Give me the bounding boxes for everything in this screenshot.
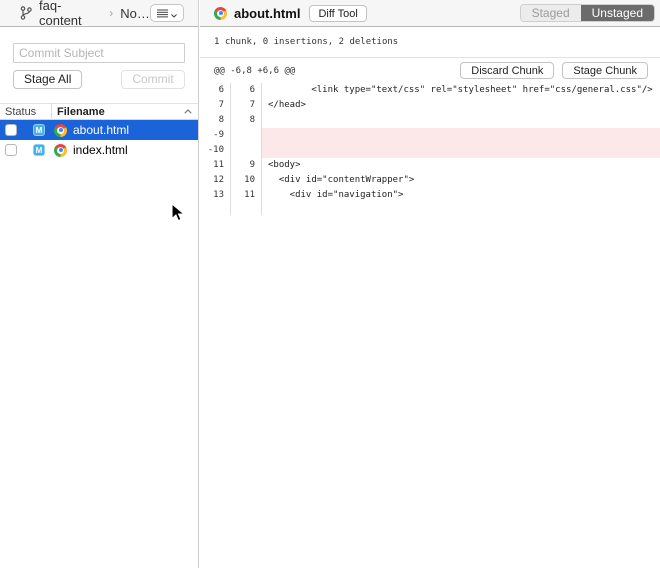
commit-button[interactable]: Commit: [121, 70, 185, 89]
diff-line-text: [262, 128, 660, 143]
diff-line-text: [262, 143, 660, 158]
new-line-number: 9: [231, 158, 262, 173]
hamburger-icon: [157, 6, 168, 21]
staged-filter-segmented-control: Staged Unstaged: [520, 4, 655, 22]
file-table: Status Filename M about.html M i: [0, 103, 198, 160]
diff-panel: about.html Diff Tool Staged Unstaged 1 c…: [200, 0, 660, 568]
old-line-number: 8: [200, 113, 231, 128]
sort-ascending-icon[interactable]: [184, 109, 192, 114]
diff-tool-button[interactable]: Diff Tool: [309, 5, 366, 22]
html-file-icon: [54, 124, 67, 137]
old-line-number: 11: [200, 158, 231, 173]
new-line-number: 6: [231, 83, 262, 98]
diff-line-text: </head>: [262, 98, 660, 113]
segment-staged[interactable]: Staged: [521, 5, 581, 21]
branch-name[interactable]: faq-content: [39, 0, 102, 28]
new-line-number: 8: [231, 113, 262, 128]
new-line-number: 7: [231, 98, 262, 113]
commit-subject-input[interactable]: [13, 43, 185, 63]
diff-toolbar: about.html Diff Tool Staged Unstaged: [200, 0, 660, 27]
commit-sidebar: faq-content › No… Stag: [0, 0, 199, 568]
diff-line-deleted[interactable]: -9: [200, 128, 660, 143]
diff-line-text: [262, 113, 660, 128]
diff-line[interactable]: 13 11 <div id="navigation">: [200, 188, 660, 203]
file-title: about.html: [234, 6, 300, 21]
diff-line-text: <link type="text/css" rel="stylesheet" h…: [262, 83, 660, 98]
new-line-number: [231, 143, 262, 158]
diff-line[interactable]: 7 7 </head>: [200, 98, 660, 113]
filename-label: about.html: [73, 123, 129, 137]
new-line-number: 10: [231, 173, 262, 188]
gitup-window: faq-content › No… Stag: [0, 0, 660, 568]
chunk-header: @@ -6,8 +6,6 @@ Discard Chunk Stage Chun…: [200, 58, 660, 83]
file-row-about[interactable]: M about.html: [0, 120, 198, 140]
old-line-number: 12: [200, 173, 231, 188]
diff-line-text: <div id="contentWrapper">: [262, 173, 660, 188]
discard-chunk-button[interactable]: Discard Chunk: [460, 62, 554, 79]
html-file-icon: [54, 144, 67, 157]
old-line-number: 6: [200, 83, 231, 98]
old-line-number: 13: [200, 188, 231, 203]
diff-line-text: <body>: [262, 158, 660, 173]
hunk-range-label: @@ -6,8 +6,6 @@: [214, 66, 295, 76]
old-line-number: -10: [200, 143, 231, 158]
chevron-down-icon: [171, 6, 177, 21]
git-branch-icon: [20, 6, 32, 20]
diff-line[interactable]: 11 9 <body>: [200, 158, 660, 173]
old-line-number: -9: [200, 128, 231, 143]
file-row-index[interactable]: M index.html: [0, 140, 198, 160]
column-header-status[interactable]: Status: [0, 106, 51, 118]
modified-status-badge: M: [33, 124, 45, 136]
stage-checkbox[interactable]: [5, 124, 17, 136]
stage-chunk-button[interactable]: Stage Chunk: [562, 62, 648, 79]
old-line-number: 7: [200, 98, 231, 113]
diff-line-text: <div id="navigation">: [262, 188, 660, 203]
new-line-number: 11: [231, 188, 262, 203]
commit-area: Stage All Commit: [0, 27, 198, 89]
new-line-number: [231, 128, 262, 143]
stage-all-button[interactable]: Stage All: [13, 70, 82, 89]
diff-line[interactable]: 12 10 <div id="contentWrapper">: [200, 173, 660, 188]
branch-toolbar: faq-content › No…: [0, 0, 198, 27]
diff-gutter-filler: [200, 203, 660, 215]
diff-line[interactable]: 6 6 <link type="text/css" rel="styleshee…: [200, 83, 660, 98]
diff-view: 6 6 <link type="text/css" rel="styleshee…: [200, 83, 660, 215]
diff-summary: 1 chunk, 0 insertions, 2 deletions: [200, 27, 660, 58]
list-menu-button[interactable]: [150, 4, 184, 22]
diff-line[interactable]: 8 8: [200, 113, 660, 128]
breadcrumb-target[interactable]: No…: [120, 6, 150, 21]
diff-line-deleted[interactable]: -10: [200, 143, 660, 158]
html-file-icon: [214, 7, 227, 20]
filename-label: index.html: [73, 143, 128, 157]
column-header-filename[interactable]: Filename: [52, 106, 184, 118]
breadcrumb-separator-icon: ›: [109, 6, 113, 20]
stage-checkbox[interactable]: [5, 144, 17, 156]
modified-status-badge: M: [33, 144, 45, 156]
file-table-header: Status Filename: [0, 103, 198, 120]
segment-unstaged[interactable]: Unstaged: [581, 5, 654, 21]
